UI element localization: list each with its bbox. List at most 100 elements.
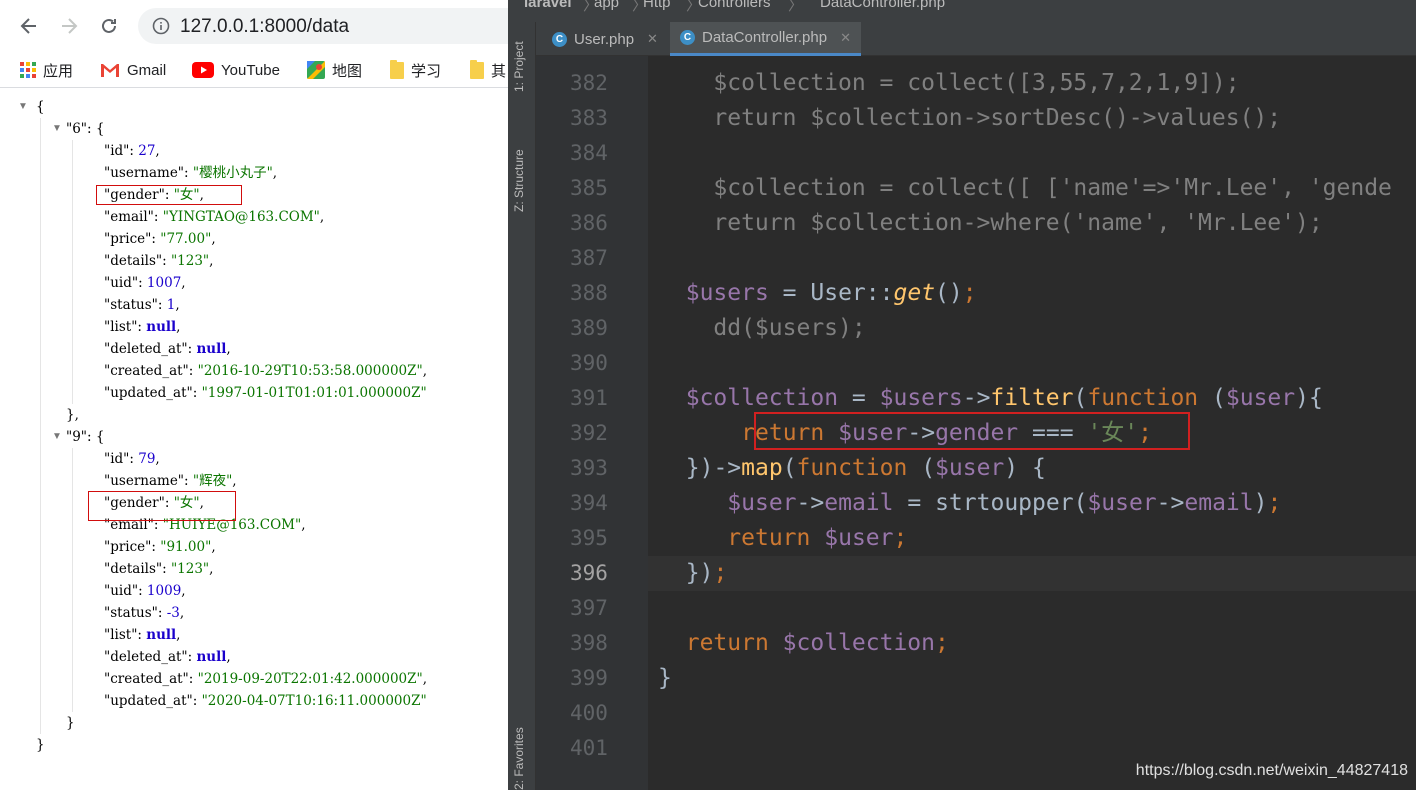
back-button[interactable] xyxy=(15,12,43,40)
folder-icon xyxy=(470,59,484,79)
json-key: "id" xyxy=(104,143,130,159)
json-key: "status" xyxy=(104,605,158,621)
indent-guide xyxy=(72,448,73,712)
indent-guide xyxy=(40,118,41,734)
line-number: 397 xyxy=(570,596,608,620)
json-key: "details" xyxy=(104,561,163,577)
json-value: null xyxy=(196,341,227,357)
line-number: 391 xyxy=(570,386,608,410)
favorites-tool-label[interactable]: 2: Favorites xyxy=(512,727,526,790)
bookmark-label: 应用 xyxy=(43,62,74,80)
bookmark-youtube[interactable]: YouTube xyxy=(192,58,280,82)
ide-window: laravel 〉 app 〉 Http 〉 Controllers 〉 Dat… xyxy=(508,0,1416,790)
breadcrumb: laravel 〉 app 〉 Http 〉 Controllers 〉 Dat… xyxy=(508,0,1416,22)
json-line: } xyxy=(66,712,75,734)
json-bracket: { xyxy=(95,121,105,137)
return-gender-highlight-box xyxy=(754,412,1190,450)
forward-arrow-icon xyxy=(62,18,78,34)
code-line: return $user; xyxy=(727,525,908,551)
json-line: "6": { xyxy=(66,121,105,137)
youtube-icon xyxy=(192,62,214,78)
structure-tool-label[interactable]: Z: Structure xyxy=(512,149,526,212)
json-line: "id": 27, xyxy=(104,143,160,159)
info-icon xyxy=(152,17,170,35)
json-key: "details" xyxy=(104,253,163,269)
json-value: -3 xyxy=(166,605,180,621)
bookmark-apps[interactable]: 应用 xyxy=(20,58,73,82)
folder-icon xyxy=(390,59,404,79)
breadcrumb-item[interactable]: app xyxy=(594,0,619,11)
line-number: 386 xyxy=(570,211,608,235)
breadcrumb-item[interactable]: DataController.php xyxy=(820,0,945,11)
line-number: 390 xyxy=(570,351,608,375)
bookmark-folder-study[interactable]: 学习 xyxy=(390,58,441,82)
apps-grid-icon xyxy=(20,62,36,78)
json-bracket: } xyxy=(36,737,45,753)
close-icon[interactable]: ✕ xyxy=(647,31,658,47)
line-number: 388 xyxy=(570,281,608,305)
json-line: "price": "77.00", xyxy=(104,231,216,247)
line-number: 396 xyxy=(570,561,608,585)
reload-button[interactable] xyxy=(95,12,123,40)
breadcrumb-item[interactable]: Http xyxy=(643,0,671,11)
breadcrumb-item[interactable]: laravel xyxy=(524,0,572,11)
tab-label: User.php xyxy=(574,30,635,48)
json-value: "123" xyxy=(170,253,210,269)
json-value: "2020-04-07T10:16:11.000000Z" xyxy=(201,693,427,709)
collapse-toggle-icon[interactable]: ▼ xyxy=(52,426,62,448)
bookmark-folder-other[interactable]: 其 xyxy=(470,58,506,82)
json-key: "created_at" xyxy=(104,363,189,379)
json-value: 79 xyxy=(138,451,156,467)
json-line: "email": "YINGTAO@163.COM", xyxy=(104,209,325,225)
php-class-icon: C xyxy=(552,31,567,47)
json-value: "123" xyxy=(170,561,210,577)
json-line: "deleted_at": null, xyxy=(104,341,231,357)
json-bracket: }, xyxy=(66,407,79,423)
forward-button[interactable] xyxy=(55,12,83,40)
json-line: "uid": 1007, xyxy=(104,275,186,291)
json-line: "list": null, xyxy=(104,627,181,643)
line-number: 389 xyxy=(570,316,608,340)
json-key: "deleted_at" xyxy=(104,649,188,665)
json-line: "username": "辉夜", xyxy=(104,473,237,489)
json-key: "uid" xyxy=(104,275,139,291)
collapse-toggle-icon[interactable]: ▼ xyxy=(52,118,62,140)
project-tool-label[interactable]: 1: Project xyxy=(512,41,526,92)
bookmark-gmail[interactable]: Gmail xyxy=(100,58,166,82)
json-key: "email" xyxy=(104,209,154,225)
line-number: 401 xyxy=(570,736,608,760)
tab-user-php[interactable]: C User.php ✕ xyxy=(542,22,668,56)
code-editor[interactable]: $collection = collect([3,55,7,2,1,9]); r… xyxy=(648,56,1416,790)
json-key: "username" xyxy=(104,473,185,489)
json-line: "updated_at": "2020-04-07T10:16:11.00000… xyxy=(104,693,427,709)
close-icon[interactable]: ✕ xyxy=(840,30,851,46)
json-key: "updated_at" xyxy=(104,693,193,709)
json-key: "list" xyxy=(104,319,138,335)
json-key: "price" xyxy=(104,231,152,247)
code-line: $collection = $users->filter(function ($… xyxy=(685,385,1323,411)
json-key: "updated_at" xyxy=(104,385,193,401)
json-key: "created_at" xyxy=(104,671,189,687)
breadcrumb-item[interactable]: Controllers xyxy=(698,0,771,11)
line-number: 393 xyxy=(570,456,608,480)
json-value: "樱桃小丸子" xyxy=(192,165,273,181)
tab-datacontroller-php[interactable]: C DataController.php ✕ xyxy=(670,22,861,56)
json-line: "created_at": "2016-10-29T10:53:58.00000… xyxy=(104,363,428,379)
address-bar[interactable]: 127.0.0.1:8000/data xyxy=(138,8,508,44)
json-line: "price": "91.00", xyxy=(104,539,216,555)
collapse-toggle-icon[interactable]: ▼ xyxy=(18,96,28,118)
code-line: })->map(function ($user) { xyxy=(685,455,1046,481)
code-line: $user->email = strtoupper($user->email); xyxy=(727,490,1282,516)
json-bracket: { xyxy=(95,429,105,445)
tab-label: DataController.php xyxy=(702,29,828,46)
line-number: 398 xyxy=(570,631,608,655)
bookmark-maps[interactable]: 地图 xyxy=(307,58,362,82)
tool-window-strip: 1: Project Z: Structure 2: Favorites xyxy=(508,22,536,790)
gender-highlight-box xyxy=(96,185,242,205)
json-value: 1 xyxy=(166,297,176,313)
line-number: 392 xyxy=(570,421,608,445)
browser-toolbar: 127.0.0.1:8000/data xyxy=(0,0,508,52)
json-key: "username" xyxy=(104,165,185,181)
json-key: "price" xyxy=(104,539,152,555)
json-value: 1009 xyxy=(146,583,182,599)
